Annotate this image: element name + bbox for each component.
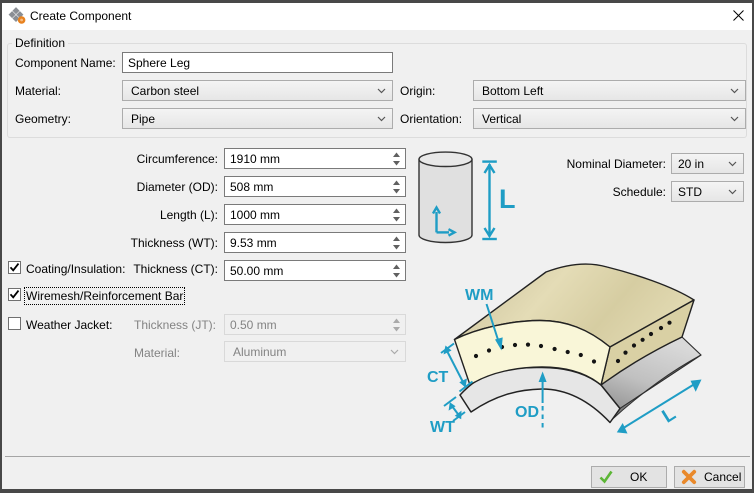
svg-text:L: L — [499, 184, 516, 214]
svg-text:OD: OD — [515, 404, 539, 421]
svg-text:WT: WT — [430, 419, 455, 436]
svg-text:WM: WM — [465, 287, 493, 304]
svg-text:CT: CT — [427, 369, 449, 386]
svg-text:L: L — [659, 403, 680, 427]
